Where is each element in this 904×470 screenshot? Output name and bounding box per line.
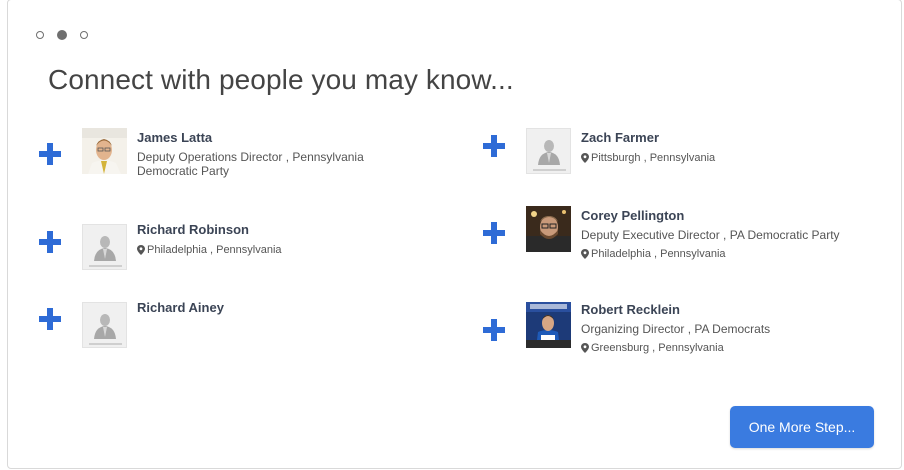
person-name[interactable]: Richard Robinson [137, 222, 437, 238]
add-person-icon[interactable] [39, 231, 61, 253]
person-job: Organizing Director , PA Democrats [581, 322, 771, 336]
person-job: Deputy Executive Director , PA Democrati… [581, 228, 840, 242]
step-indicator [36, 29, 88, 41]
avatar-photo-not-available [82, 302, 127, 348]
person-name[interactable]: Robert Recklein [581, 302, 881, 318]
avatar-photo-not-available [526, 128, 571, 174]
add-person-icon[interactable] [483, 319, 505, 341]
person-location: Philadelphia , Pennsylvania [137, 243, 437, 257]
person-name[interactable]: Corey Pellington [581, 208, 881, 224]
step-dot-3 [80, 31, 88, 39]
person-job: Deputy Operations Director , Pennsylvani… [137, 150, 364, 178]
avatar-photo [526, 302, 571, 348]
avatar-photo [526, 206, 571, 252]
location-text: Pittsburgh , Pennsylvania [591, 152, 716, 164]
person-location: Pittsburgh , Pennsylvania [581, 151, 881, 165]
step-dot-2-active [57, 30, 67, 40]
avatar-photo-not-available [82, 224, 127, 270]
person-location: Philadelphia , Pennsylvania [581, 247, 881, 261]
add-person-icon[interactable] [483, 135, 505, 157]
person-name[interactable]: James Latta [137, 130, 437, 146]
location-pin-icon [581, 249, 589, 259]
add-person-icon[interactable] [483, 222, 505, 244]
person-location: Greensburg , Pennsylvania [581, 341, 881, 355]
location-text: Philadelphia , Pennsylvania [147, 244, 282, 256]
connect-card: Connect with people you may know... Jame… [7, 0, 902, 469]
add-person-icon[interactable] [39, 308, 61, 330]
location-pin-icon [581, 153, 589, 163]
add-person-icon[interactable] [39, 143, 61, 165]
step-dot-1 [36, 31, 44, 39]
location-text: Greensburg , Pennsylvania [591, 342, 724, 354]
person-name[interactable]: Richard Ainey [137, 300, 437, 316]
location-text: Philadelphia , Pennsylvania [591, 248, 726, 260]
one-more-step-button[interactable]: One More Step... [730, 406, 874, 448]
location-pin-icon [581, 343, 589, 353]
person-name[interactable]: Zach Farmer [581, 130, 881, 146]
avatar-photo [82, 128, 127, 174]
location-pin-icon [137, 245, 145, 255]
page-title: Connect with people you may know... [48, 64, 514, 95]
